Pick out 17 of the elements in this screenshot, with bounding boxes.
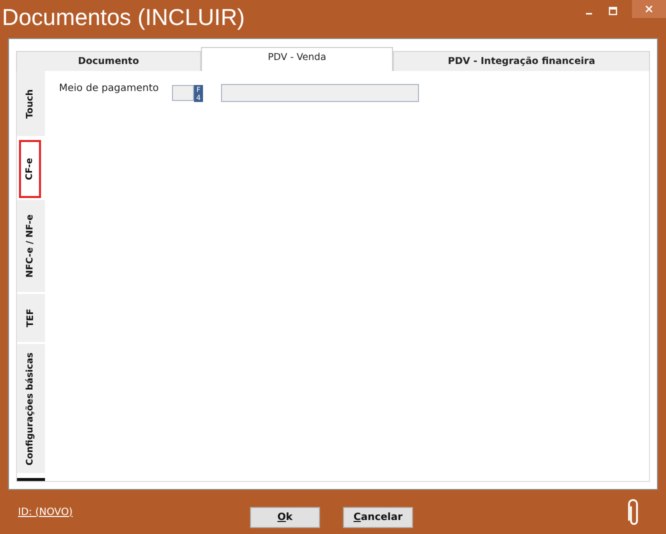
- side-tab[interactable]: Configurações básicas: [17, 344, 45, 475]
- tab[interactable]: Documento: [16, 51, 201, 71]
- close-icon: [644, 4, 654, 14]
- side-tab[interactable]: CF-e: [19, 140, 41, 198]
- field-label: Meio de pagamento: [59, 83, 160, 94]
- dialog-button[interactable]: Ok: [250, 507, 320, 528]
- tab[interactable]: PDV - Integração financeira: [393, 51, 650, 71]
- id-link[interactable]: ID: (NOVO): [18, 506, 73, 518]
- close-button[interactable]: [632, 0, 666, 18]
- maximize-icon[interactable]: [608, 6, 618, 16]
- side-tab[interactable]: TEF: [17, 294, 45, 344]
- tab[interactable]: PDV - Venda: [201, 47, 393, 71]
- code-field[interactable]: [172, 85, 194, 101]
- side-tab[interactable]: NFC-e / NF-e: [17, 200, 45, 294]
- dialog-button[interactable]: Cancelar: [343, 507, 413, 528]
- window-title: Documentos (INCLUIR): [1, 3, 245, 31]
- side-tab[interactable]: Touch: [17, 71, 45, 138]
